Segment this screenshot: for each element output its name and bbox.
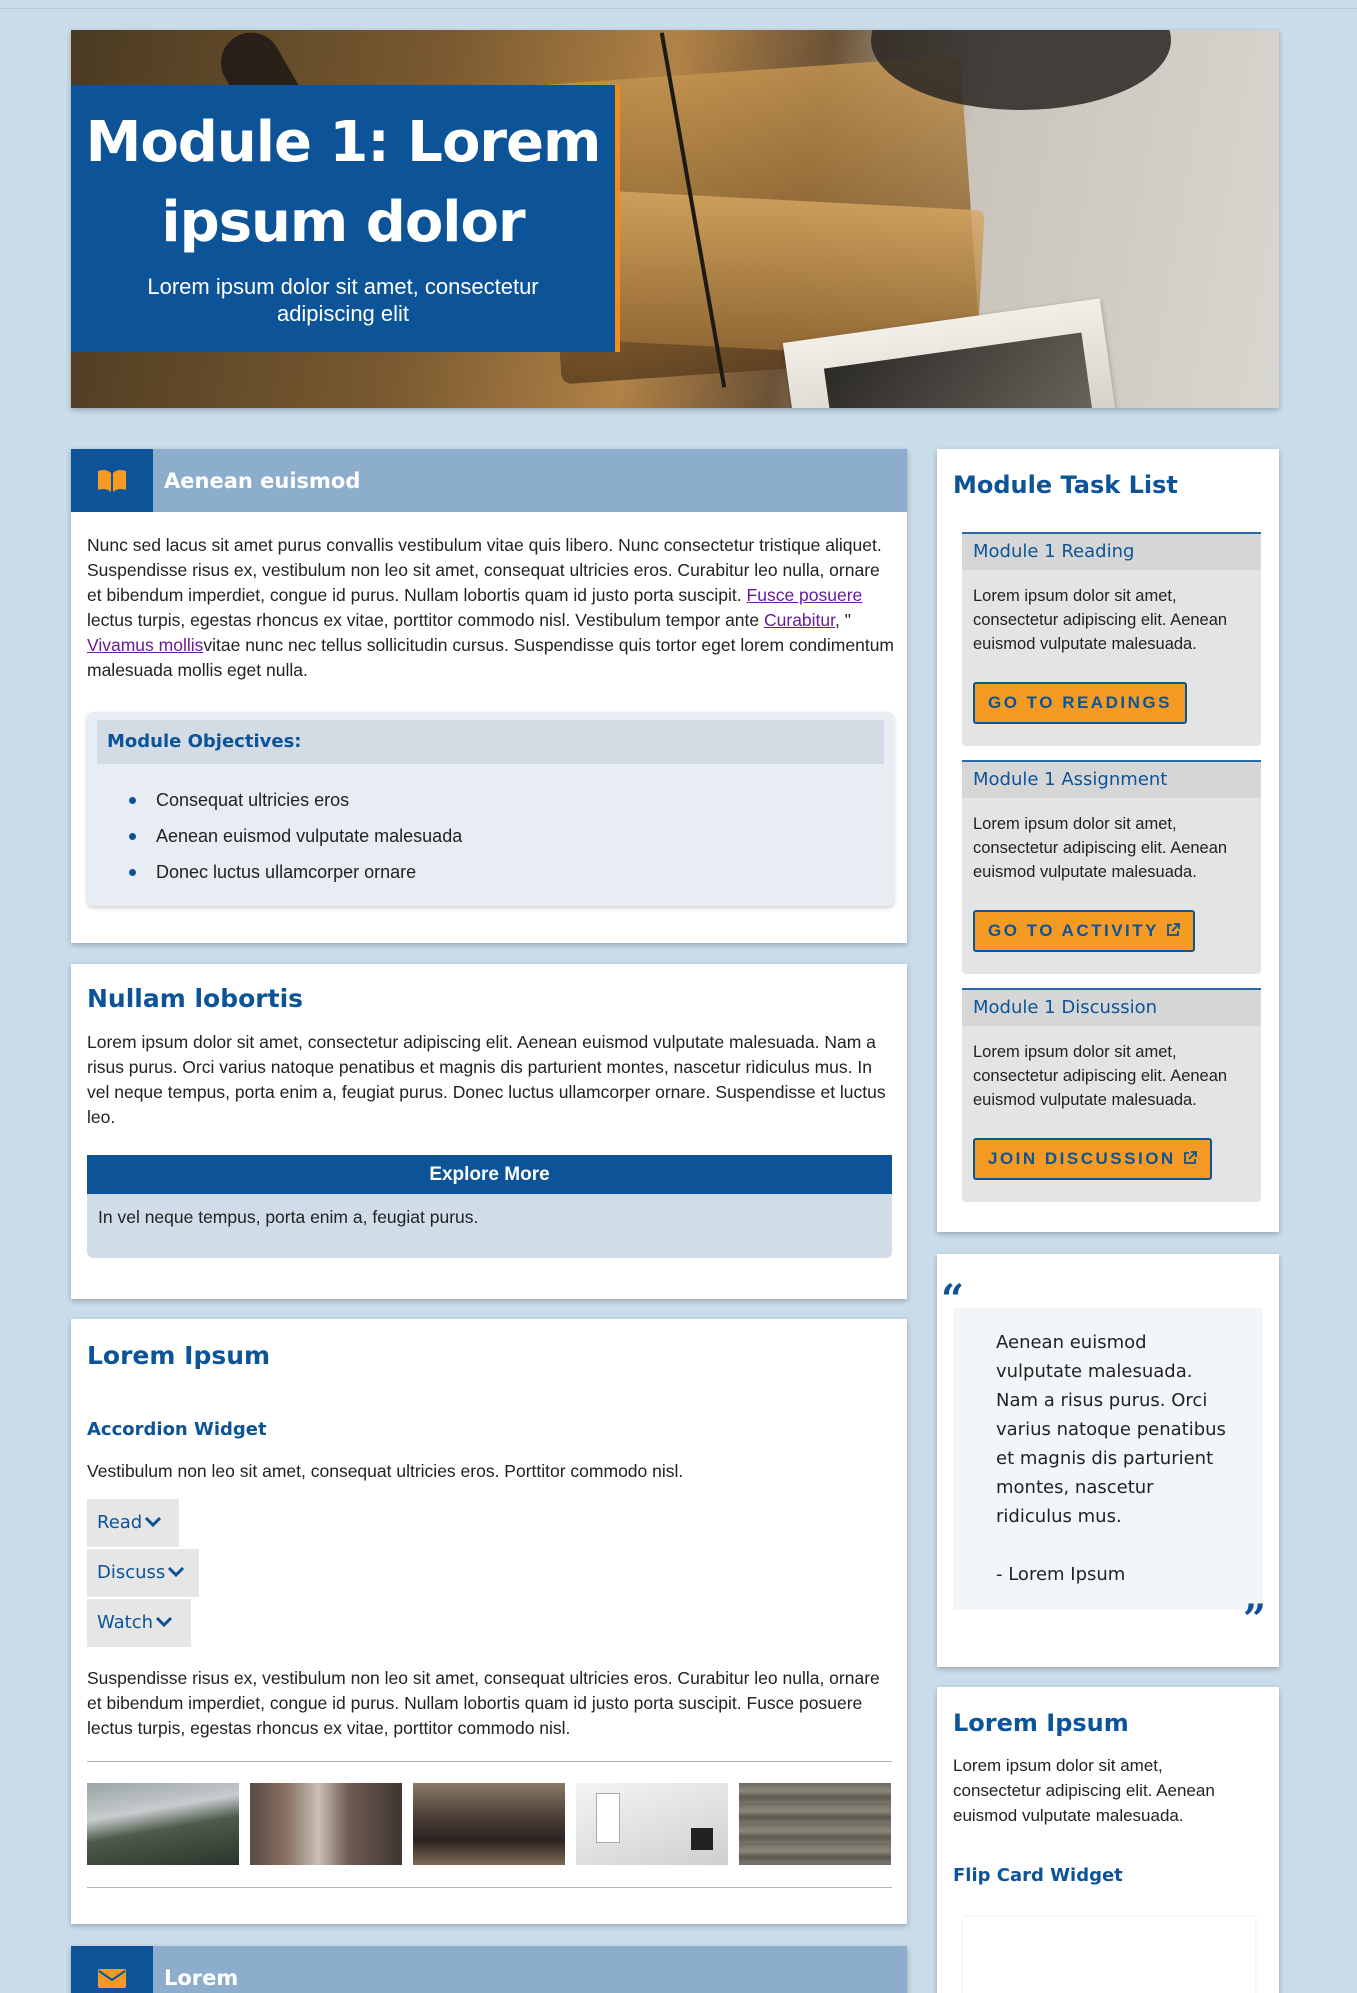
task-discussion-text: Lorem ipsum dolor sit amet, consectetur …: [973, 1043, 1228, 1109]
task-list-title: Module Task List: [953, 471, 1178, 499]
flip-card[interactable]: [963, 1917, 1255, 1993]
intro-paragraph: Nunc sed lacus sit amet purus convallis …: [87, 533, 894, 683]
side-lorem-title: Lorem Ipsum: [953, 1709, 1129, 1737]
quote-card: “ Aenean euismod vulputate malesuada. Na…: [937, 1254, 1279, 1667]
nullam-paragraph: Lorem ipsum dolor sit amet, consectetur …: [87, 1032, 886, 1127]
task-discussion-title: Module 1 Discussion: [962, 990, 1261, 1026]
task-reading-text: Lorem ipsum dolor sit amet, consectetur …: [973, 587, 1228, 653]
gallery-thumbnail[interactable]: [413, 1783, 565, 1865]
accordion-read-button[interactable]: Read: [87, 1499, 179, 1547]
accordion-watch-label: Watch: [97, 1612, 154, 1633]
close-quote-icon: ”: [1243, 1596, 1267, 1643]
objectives-heading: Module Objectives:: [97, 720, 884, 764]
intro-text-3: , ": [835, 610, 851, 630]
task-assignment-title: Module 1 Assignment: [962, 762, 1261, 798]
intro-card: Aenean euismod Nunc sed lacus sit amet p…: [71, 449, 907, 943]
join-discussion-label: JOIN DISCUSSION: [988, 1149, 1176, 1168]
objectives-list: Consequat ultricies eros Aenean euismod …: [87, 764, 894, 890]
external-link-icon: [1183, 1149, 1197, 1168]
accordion-discuss-label: Discuss: [97, 1562, 166, 1583]
nullam-title: Nullam lobortis: [87, 984, 304, 1013]
intro-text-2: lectus turpis, egestas rhoncus ex vitae,…: [87, 610, 764, 630]
bottom-card: Lorem: [71, 1946, 907, 1993]
go-to-readings-label: GO TO READINGS: [988, 693, 1172, 712]
book-open-icon: [71, 449, 153, 512]
gallery-thumbnail[interactable]: [739, 1783, 891, 1865]
gallery-thumbnail[interactable]: [576, 1783, 728, 1865]
fusce-posuere-link[interactable]: Fusce posuere: [747, 585, 863, 605]
external-link-icon: [1166, 921, 1180, 940]
explore-more-panel: Explore More In vel neque tempus, porta …: [87, 1155, 892, 1258]
gallery-bottom-divider: [87, 1887, 892, 1888]
lorem-title: Lorem Ipsum: [87, 1341, 271, 1370]
task-assignment-text: Lorem ipsum dolor sit amet, consectetur …: [973, 815, 1228, 881]
explore-more-heading[interactable]: Explore More: [87, 1155, 892, 1194]
gallery-top-divider: [87, 1761, 892, 1762]
nullam-card: Nullam lobortis Lorem ipsum dolor sit am…: [71, 964, 907, 1299]
task-list-card: Module Task List Module 1 Reading Lorem …: [937, 449, 1279, 1232]
lorem-card: Lorem Ipsum Accordion Widget Vestibulum …: [71, 1319, 907, 1924]
go-to-readings-button[interactable]: GO TO READINGS: [973, 682, 1187, 724]
page-subtitle: Lorem ipsum dolor sit amet, consectetur …: [147, 274, 539, 326]
go-to-activity-label: GO TO ACTIVITY: [988, 921, 1159, 940]
intro-banner: Aenean euismod: [71, 449, 907, 512]
objective-item: Consequat ultricies eros: [129, 782, 894, 818]
side-lorem-card: Lorem Ipsum Lorem ipsum dolor sit amet, …: [937, 1687, 1279, 1993]
task-discussion: Module 1 Discussion Lorem ipsum dolor si…: [962, 988, 1261, 1202]
gallery-thumbnail[interactable]: [250, 1783, 402, 1865]
quote-box: Aenean euismod vulputate malesuada. Nam …: [953, 1308, 1263, 1610]
curabitur-link[interactable]: Curabitur: [764, 610, 835, 630]
vivamus-mollis-link[interactable]: Vivamus mollis: [87, 635, 203, 655]
envelope-icon: [71, 1946, 153, 1993]
gallery-thumbnail[interactable]: [87, 1783, 239, 1865]
chevron-down-icon: [155, 1613, 173, 1632]
task-assignment: Module 1 Assignment Lorem ipsum dolor si…: [962, 760, 1261, 974]
accordion-widget-text: Vestibulum non leo sit amet, consequat u…: [87, 1461, 684, 1481]
explore-more-content: In vel neque tempus, porta enim a, feugi…: [87, 1194, 892, 1258]
top-divider: [0, 8, 1357, 9]
accordion-read-label: Read: [97, 1512, 143, 1533]
accordion-watch-button[interactable]: Watch: [87, 1599, 191, 1647]
objective-item: Donec luctus ullamcorper ornare: [129, 854, 894, 890]
objective-item: Aenean euismod vulputate malesuada: [129, 818, 894, 854]
accordion-discuss-button[interactable]: Discuss: [87, 1549, 199, 1597]
task-reading-title: Module 1 Reading: [962, 534, 1261, 570]
lorem-paragraph: Suspendisse risus ex, vestibulum non leo…: [87, 1668, 880, 1738]
chevron-down-icon: [167, 1563, 185, 1582]
page-title: Module 1: Lorem ipsum dolor: [85, 110, 602, 255]
accordion-widget-title: Accordion Widget: [87, 1419, 267, 1440]
bottom-banner-title: Lorem: [164, 1965, 239, 1990]
chevron-down-icon: [144, 1513, 162, 1532]
side-lorem-text: Lorem ipsum dolor sit amet, consectetur …: [953, 1756, 1215, 1825]
quote-author: - Lorem Ipsum: [996, 1564, 1126, 1585]
bottom-banner: Lorem: [71, 1946, 907, 1993]
quote-text: Aenean euismod vulputate malesuada. Nam …: [996, 1332, 1226, 1527]
flip-card-widget-title: Flip Card Widget: [953, 1865, 1123, 1886]
hero-title-box: Module 1: Lorem ipsum dolor Lorem ipsum …: [71, 85, 620, 352]
task-reading: Module 1 Reading Lorem ipsum dolor sit a…: [962, 532, 1261, 746]
module-objectives-box: Module Objectives: Consequat ultricies e…: [87, 712, 894, 906]
go-to-activity-button[interactable]: GO TO ACTIVITY: [973, 910, 1195, 952]
intro-text-4: vitae nunc nec tellus sollicitudin cursu…: [87, 635, 895, 680]
join-discussion-button[interactable]: JOIN DISCUSSION: [973, 1138, 1212, 1180]
intro-banner-title: Aenean euismod: [164, 468, 361, 493]
